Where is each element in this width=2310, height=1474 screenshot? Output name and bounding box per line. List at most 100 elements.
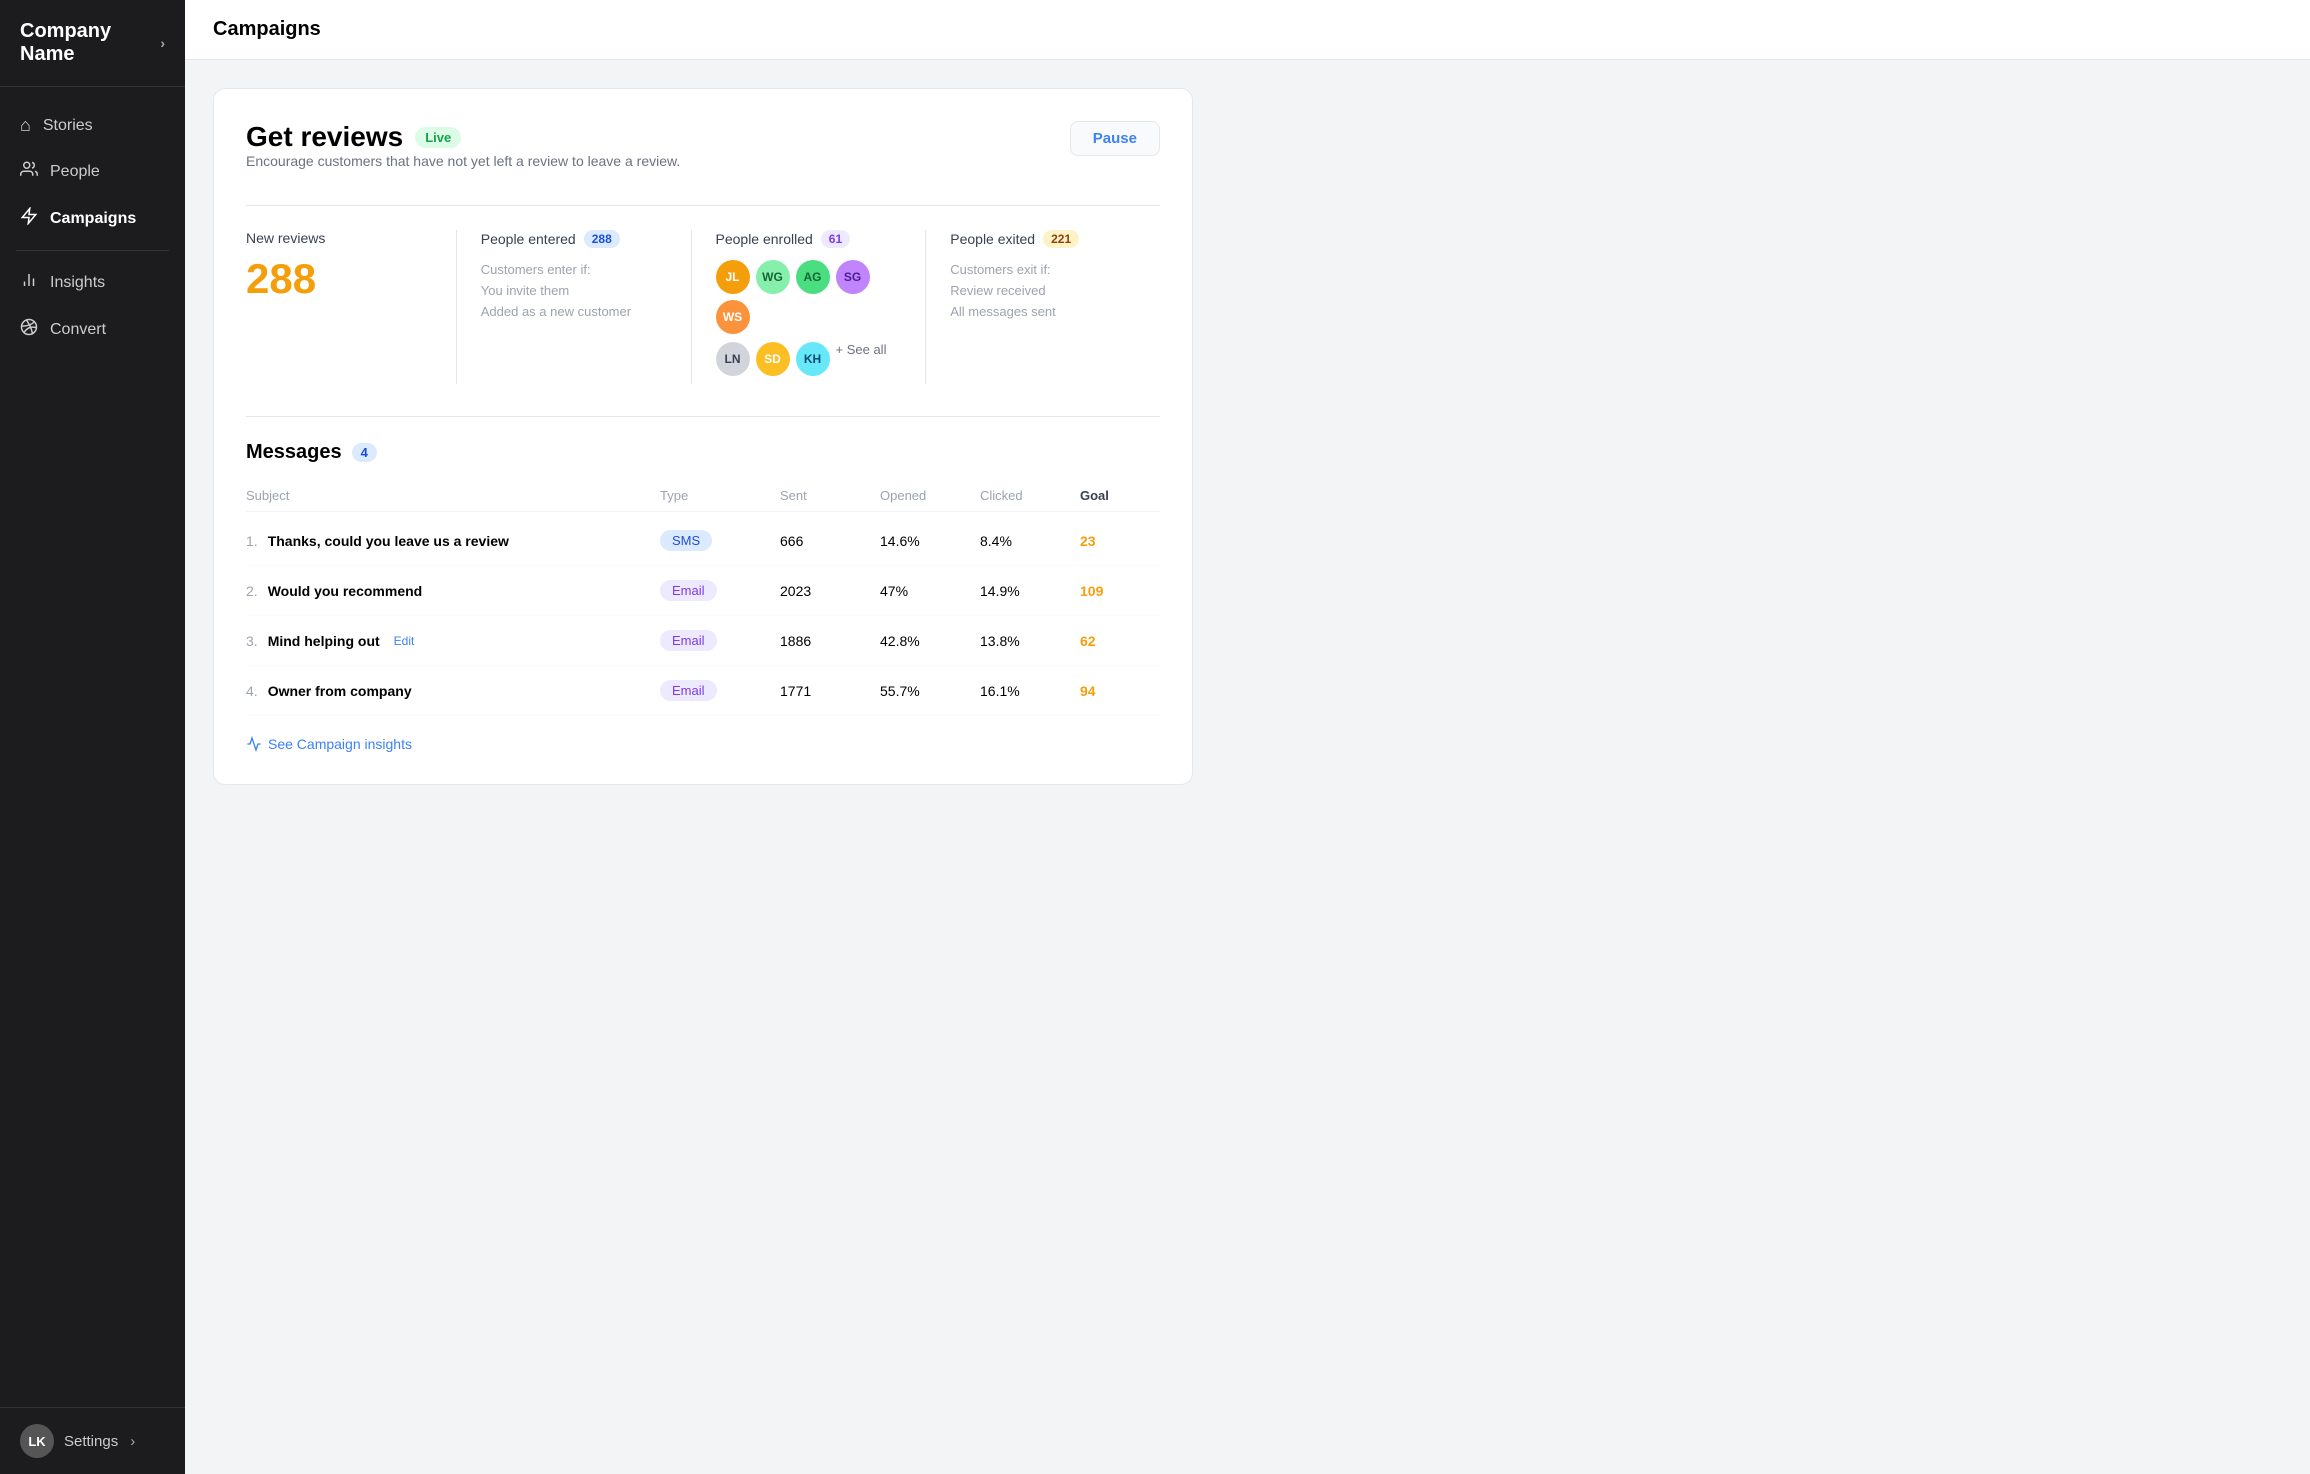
table-row: 1. Thanks, could you leave us a review S… [246,516,1160,566]
messages-header: Messages 4 [246,441,1160,464]
row-sent: 1771 [780,683,880,699]
row-type: Email [660,630,780,651]
sidebar-item-insights[interactable]: Insights [0,259,185,306]
campaigns-icon [20,207,38,230]
messages-count: 4 [352,443,377,462]
brand-name: Company Name [20,20,160,66]
insights-chart-icon [246,736,262,752]
table-row: 2. Would you recommend Email 2023 47% 14… [246,566,1160,616]
sidebar-item-label: People [50,163,100,181]
stat-people-exited: People exited 221 Customers exit if: Rev… [925,230,1160,384]
sidebar-item-campaigns[interactable]: Campaigns [0,195,185,242]
convert-icon [20,318,38,341]
sidebar-item-label: Convert [50,321,106,339]
nav-divider [16,250,169,251]
stat-label-enrolled: People enrolled 61 [716,230,902,248]
avatar-kh: KH [796,342,830,376]
stat-desc-entered: Customers enter if: You invite them Adde… [481,260,667,322]
avatar-ws: WS [716,300,750,334]
stat-people-enrolled: People enrolled 61 JL WG AG SG WS LN SD … [691,230,926,384]
sidebar: Company Name › ⌂ Stories People Campaign… [0,0,185,1474]
row-num: 1. [246,533,258,549]
col-goal: Goal [1080,488,1160,503]
title-area: Get reviews Live Encourage customers tha… [246,121,680,197]
row-sent: 666 [780,533,880,549]
row-subject: 3. Mind helping out Edit [246,633,660,649]
subject-text: Would you recommend [268,583,423,599]
sidebar-item-stories[interactable]: ⌂ Stories [0,103,185,148]
col-opened: Opened [880,488,980,503]
avatar-sd: SD [756,342,790,376]
topbar: Campaigns [185,0,2310,60]
stat-new-reviews: New reviews 288 [246,230,456,384]
col-sent: Sent [780,488,880,503]
user-avatar: LK [20,1424,54,1458]
brand-chevron: › [160,35,165,51]
enrolled-badge: 61 [821,230,850,248]
main-content: Campaigns Get reviews Live Encourage cus… [185,0,2310,1474]
row-type: Email [660,580,780,601]
see-all-link[interactable]: + See all [836,342,887,376]
avatars-row: JL WG AG SG WS [716,260,902,334]
settings-link[interactable]: LK Settings › [0,1407,185,1474]
campaign-insights-link[interactable]: See Campaign insights [246,736,1160,752]
type-badge: Email [660,680,717,701]
col-type: Type [660,488,780,503]
edit-link[interactable]: Edit [394,634,415,648]
campaign-card: Get reviews Live Encourage customers tha… [213,88,1193,785]
row-clicked: 16.1% [980,683,1080,699]
stat-desc-exited: Customers exit if: Review received All m… [950,260,1136,322]
row-goal: 109 [1080,583,1160,599]
row-opened: 55.7% [880,683,980,699]
row-num: 3. [246,633,258,649]
card-title-row: Get reviews Live [246,121,680,153]
messages-title: Messages [246,441,342,464]
row-clicked: 8.4% [980,533,1080,549]
sidebar-item-label: Campaigns [50,210,136,228]
row-sent: 2023 [780,583,880,599]
row-type: SMS [660,530,780,551]
row-num: 4. [246,683,258,699]
campaign-title: Get reviews [246,121,403,153]
page-title: Campaigns [213,18,321,40]
row-goal: 23 [1080,533,1160,549]
avatar-jl: JL [716,260,750,294]
table-header: Subject Type Sent Opened Clicked Goal [246,480,1160,512]
avatars-row-2: LN SD KH + See all [716,342,902,376]
row-opened: 14.6% [880,533,980,549]
row-goal: 94 [1080,683,1160,699]
subject-text: Owner from company [268,683,412,699]
row-clicked: 13.8% [980,633,1080,649]
avatar-sg: SG [836,260,870,294]
type-badge: Email [660,630,717,651]
stat-label-new-reviews: New reviews [246,230,432,246]
card-header: Get reviews Live Encourage customers tha… [246,121,1160,197]
row-type: Email [660,680,780,701]
avatar-wg: WG [756,260,790,294]
sidebar-item-label: Stories [43,117,93,135]
row-goal: 62 [1080,633,1160,649]
subject-text: Thanks, could you leave us a review [268,533,509,549]
stat-label-exited: People exited 221 [950,230,1136,248]
row-opened: 47% [880,583,980,599]
sidebar-item-convert[interactable]: Convert [0,306,185,353]
settings-chevron: › [130,1433,135,1450]
stat-value-new-reviews: 288 [246,258,432,300]
pause-button[interactable]: Pause [1070,121,1160,156]
table-row: 4. Owner from company Email 1771 55.7% 1… [246,666,1160,716]
row-subject: 4. Owner from company [246,683,660,699]
stat-label-entered: People entered 288 [481,230,667,248]
entered-badge: 288 [584,230,620,248]
sidebar-item-people[interactable]: People [0,148,185,195]
content-area: Get reviews Live Encourage customers tha… [185,60,2310,1474]
insights-link-text: See Campaign insights [268,736,412,752]
settings-label: Settings [64,1433,118,1450]
type-badge: SMS [660,530,712,551]
row-subject: 1. Thanks, could you leave us a review [246,533,660,549]
sidebar-brand[interactable]: Company Name › [0,0,185,87]
insights-icon [20,271,38,294]
avatar-ln: LN [716,342,750,376]
sidebar-item-label: Insights [50,274,105,292]
home-icon: ⌂ [20,115,31,136]
col-subject: Subject [246,488,660,503]
